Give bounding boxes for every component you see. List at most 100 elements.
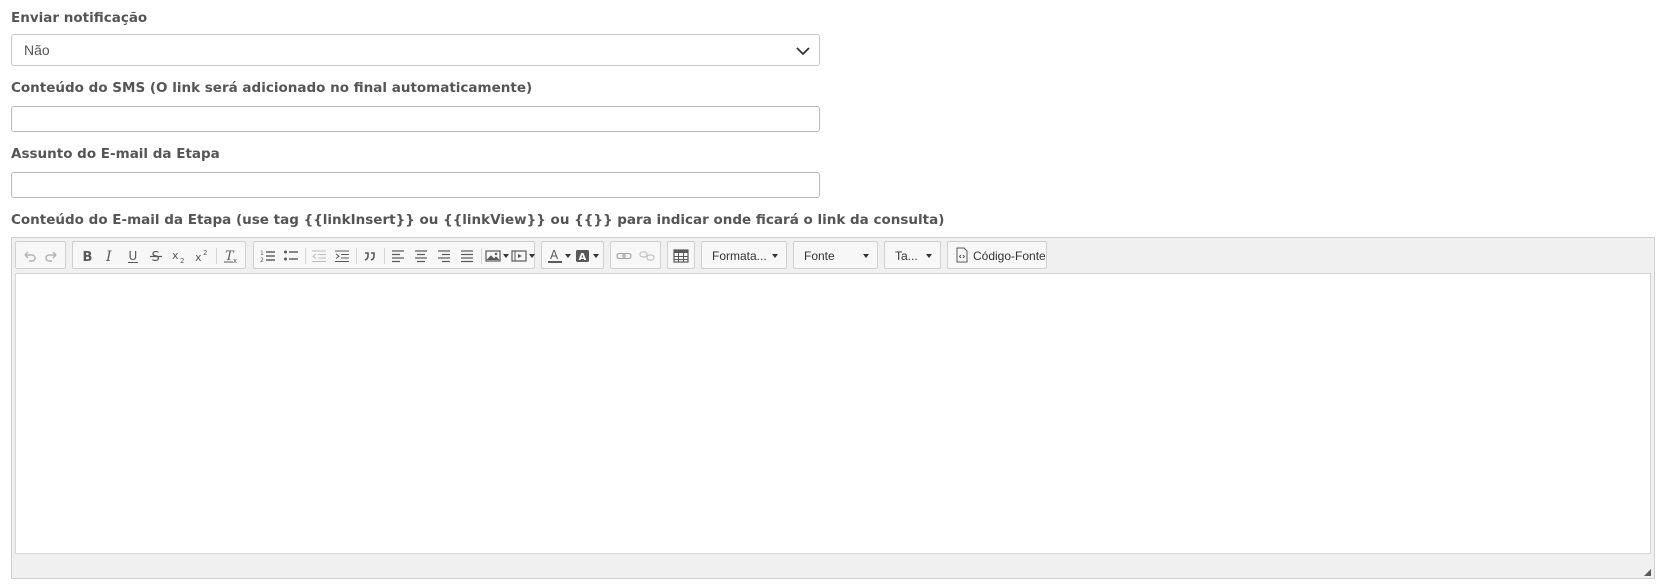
undo-button[interactable] [18, 245, 40, 267]
svg-text:x: x [195, 251, 202, 264]
format-dropdown-label: Formata... [712, 249, 767, 263]
outdent-button[interactable] [308, 245, 330, 267]
font-dropdown[interactable]: Fonte [793, 241, 878, 269]
chevron-down-icon [863, 254, 869, 258]
indent-icon [335, 250, 349, 262]
rich-text-editor: B I U S x2 x2 Tx 12 [11, 237, 1655, 579]
unlink-icon [639, 251, 655, 261]
underline-icon: U [128, 249, 138, 263]
blockquote-button[interactable] [359, 245, 381, 267]
svg-text:B: B [83, 250, 93, 264]
chevron-down-icon [796, 47, 810, 56]
body-label: Conteúdo do E-mail da Etapa (use tag {{l… [11, 212, 945, 228]
svg-text:A: A [550, 248, 559, 262]
svg-text:x: x [233, 257, 237, 264]
superscript-icon: x2 [195, 249, 207, 264]
text-style-group: B I U S x2 x2 Tx [72, 241, 246, 269]
bold-button[interactable]: B [76, 245, 98, 267]
align-justify-icon [461, 250, 473, 263]
numbered-list-button[interactable]: 12 [257, 245, 279, 267]
redo-button[interactable] [41, 245, 63, 267]
chevron-down-icon [926, 254, 932, 258]
table-group [667, 241, 695, 269]
bullet-list-button[interactable] [280, 245, 302, 267]
strikethrough-button[interactable]: S [145, 245, 167, 267]
indent-button[interactable] [331, 245, 353, 267]
notification-select[interactable]: Não [11, 34, 820, 66]
svg-text:A: A [579, 252, 587, 263]
notification-select-value: Não [24, 42, 50, 58]
numbered-list-icon: 12 [260, 250, 275, 264]
insert-media-button[interactable] [510, 245, 536, 267]
italic-button[interactable]: I [99, 245, 121, 267]
editor-toolbar: B I U S x2 x2 Tx 12 [14, 240, 1652, 270]
source-code-button[interactable]: Código-Fonte [947, 241, 1047, 269]
clear-formatting-icon: Tx [224, 249, 237, 264]
sms-input[interactable] [11, 106, 820, 132]
align-left-icon [392, 250, 404, 263]
link-icon [616, 252, 632, 260]
toolbar-separator [356, 248, 357, 264]
table-icon [673, 249, 689, 263]
svg-text:I: I [105, 249, 112, 264]
align-right-icon [438, 250, 450, 263]
italic-icon: I [105, 249, 112, 264]
svg-text:2: 2 [203, 249, 207, 257]
chevron-down-icon [565, 254, 571, 258]
insert-table-button[interactable] [670, 245, 692, 267]
source-code-label: Código-Fonte [973, 249, 1046, 263]
clear-formatting-button[interactable]: Tx [220, 245, 242, 267]
subscript-icon: x2 [172, 249, 184, 264]
subject-input[interactable] [11, 172, 820, 198]
svg-text:2: 2 [180, 257, 184, 264]
svg-text:x: x [172, 249, 179, 262]
toolbar-separator [384, 248, 385, 264]
svg-text:U: U [129, 249, 138, 263]
superscript-button[interactable]: x2 [191, 245, 213, 267]
blockquote-icon [364, 252, 375, 261]
toolbar-separator [305, 248, 306, 264]
align-right-button[interactable] [433, 245, 455, 267]
image-icon [485, 250, 501, 262]
toolbar-separator [216, 248, 217, 264]
font-dropdown-label: Fonte [804, 249, 835, 263]
text-color-button[interactable]: A [546, 245, 572, 267]
subscript-button[interactable]: x2 [168, 245, 190, 267]
bold-icon: B [83, 250, 93, 264]
insert-link-button[interactable] [613, 245, 635, 267]
format-dropdown[interactable]: Formata... [701, 241, 787, 269]
text-color-icon: A [548, 248, 562, 263]
bullet-list-icon [284, 250, 298, 261]
media-icon [511, 250, 527, 262]
svg-text:1: 1 [260, 250, 264, 257]
chevron-down-icon [593, 254, 599, 258]
redo-icon [45, 251, 57, 262]
insert-image-button[interactable] [484, 245, 510, 267]
font-size-dropdown[interactable]: Ta... [884, 241, 941, 269]
align-center-button[interactable] [410, 245, 432, 267]
paragraph-group: 12 [253, 241, 535, 269]
font-size-dropdown-label: Ta... [895, 249, 918, 263]
underline-button[interactable]: U [122, 245, 144, 267]
notification-label: Enviar notificação [11, 10, 148, 26]
align-center-icon [415, 250, 427, 263]
background-color-icon: A [576, 250, 589, 263]
svg-text:2: 2 [260, 257, 264, 264]
sms-label: Conteúdo do SMS (O link será adicionado … [11, 80, 533, 96]
resize-handle-icon[interactable] [1644, 569, 1651, 576]
align-justify-button[interactable] [456, 245, 478, 267]
chevron-down-icon [772, 254, 778, 258]
editor-content-area[interactable] [15, 273, 1651, 554]
subject-label: Assunto do E-mail da Etapa [11, 146, 220, 162]
background-color-button[interactable]: A [574, 245, 600, 267]
link-group [610, 241, 661, 269]
history-group [15, 241, 66, 269]
color-group: A A [541, 241, 604, 269]
outdent-icon [312, 250, 326, 262]
unlink-button[interactable] [636, 245, 658, 267]
align-left-button[interactable] [387, 245, 409, 267]
toolbar-separator [481, 248, 482, 264]
source-code-icon [956, 247, 968, 263]
undo-icon [24, 251, 36, 262]
strikethrough-icon: S [150, 250, 162, 264]
